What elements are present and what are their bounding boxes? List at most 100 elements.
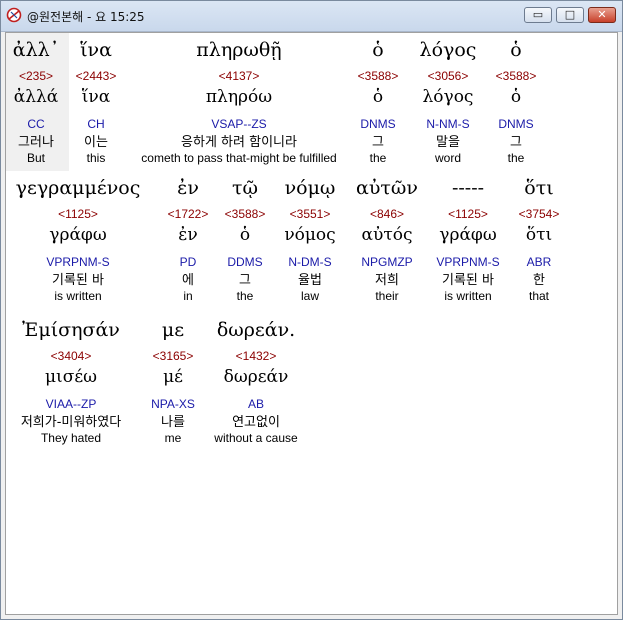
english-gloss: word — [434, 151, 461, 165]
word-block-alla[interactable]: ἀλλ᾽ <235> ἀλλά CC 그러나 But — [8, 37, 64, 165]
morphology: ABR — [526, 255, 552, 269]
korean-gloss: 저희가-미워하였다 — [20, 415, 122, 430]
greek-word: ἀλλ᾽ — [12, 39, 60, 61]
strong-number: <846> — [369, 207, 405, 221]
greek-word: αὐτῶν — [356, 177, 418, 199]
morphology: NPGMZP — [361, 255, 413, 269]
korean-gloss: 그 — [239, 273, 251, 288]
english-gloss: cometh to pass that-might be fulfilled — [141, 151, 337, 165]
strong-number: <2443> — [75, 69, 117, 83]
lemma: νόμος — [284, 225, 336, 245]
english-gloss: is written — [444, 289, 492, 303]
korean-gloss: 저희 — [375, 273, 399, 288]
lemma: ὁ — [372, 87, 384, 107]
minimize-button[interactable]: ▭ — [524, 7, 552, 23]
morphology: N-DM-S — [288, 255, 332, 269]
close-button[interactable]: ✕ — [588, 7, 616, 23]
morphology: DNMS — [498, 117, 534, 131]
word-block-plerothe[interactable]: πληρωθῇ <4137> πληρόω VSAP--ZS 응하게 하려 함이… — [128, 37, 350, 165]
word-block-auton[interactable]: αὐτῶν <846> αὐτός NPGMZP 저희 their — [348, 175, 426, 303]
morphology: CC — [27, 117, 45, 131]
greek-word: ἵνα — [80, 39, 112, 61]
strong-number: <1432> — [235, 349, 277, 363]
window-title: @원전본해 - 요 15:25 — [27, 10, 145, 24]
maximize-icon: □ — [564, 8, 576, 21]
lemma: ὁ — [510, 87, 522, 107]
korean-gloss: 나를 — [161, 415, 185, 430]
word-block-to[interactable]: τῷ <3588> ὁ DDMS 그 the — [218, 175, 272, 303]
lemma: μισέω — [45, 367, 97, 387]
word-block-me[interactable]: με <3165> μέ NPA-XS 나를 me — [144, 317, 202, 445]
english-gloss: They hated — [40, 431, 102, 445]
korean-gloss: 그러나 — [18, 135, 54, 150]
word-block-dorean[interactable]: δωρεάν. <1432> δωρεάν AB 연고없이 without a … — [206, 317, 306, 445]
minimize-icon: ▭ — [532, 8, 544, 21]
lemma: πληρόω — [205, 87, 273, 107]
korean-gloss: 이는 — [84, 135, 108, 150]
word-block-grapho[interactable]: ----- <1125> γράφω VPRPNM-S 기록된 바 is wri… — [430, 175, 506, 303]
strong-number: <3588> — [495, 69, 537, 83]
word-block-logos[interactable]: λόγος <3056> λόγος N-NM-S 말을 word — [410, 37, 486, 165]
morphology: VSAP--ZS — [211, 117, 267, 131]
word-block-nomo[interactable]: νόμῳ <3551> νόμος N-DM-S 율법 law — [276, 175, 344, 303]
strong-number: <1125> — [448, 207, 488, 221]
morphology: NPA-XS — [151, 397, 195, 411]
interlinear-panel: ἀλλ᾽ <235> ἀλλά CC 그러나 But ἵνα <2443> ἵν… — [5, 32, 618, 615]
morphology: VPRPNM-S — [436, 255, 500, 269]
english-gloss: me — [164, 431, 182, 445]
english-gloss: is written — [54, 289, 102, 303]
morphology: CH — [87, 117, 105, 131]
korean-gloss: 기록된 바 — [52, 273, 104, 288]
strong-number: <1722> — [167, 207, 209, 221]
strong-number: <3588> — [224, 207, 266, 221]
strong-number: <3165> — [152, 349, 194, 363]
greek-word: με — [161, 319, 185, 341]
lemma: γράφω — [49, 225, 107, 245]
word-block-ho-2[interactable]: ὁ <3588> ὁ DNMS 그 the — [490, 37, 542, 165]
title-bar[interactable]: @원전본해 - 요 15:25 ▭ □ ✕ — [1, 1, 622, 32]
maximize-button[interactable]: □ — [556, 7, 584, 23]
morphology: AB — [247, 397, 264, 411]
korean-gloss: 한 — [533, 273, 545, 288]
english-gloss: the — [236, 289, 254, 303]
word-block-hina[interactable]: ἵνα <2443> ἵνα CH 이는 this — [68, 37, 124, 165]
korean-gloss: 응하게 하려 함이니라 — [181, 135, 297, 150]
lemma: δωρεάν — [223, 367, 289, 387]
lemma: ἐν — [178, 225, 198, 245]
greek-word: ὅτι — [524, 177, 554, 199]
close-icon: ✕ — [597, 8, 607, 21]
lemma: ὅτι — [525, 225, 553, 245]
greek-word: πληρωθῇ — [196, 39, 282, 61]
korean-gloss: 에 — [182, 273, 194, 288]
greek-word: ὁ — [510, 39, 522, 61]
lemma: μέ — [163, 367, 183, 387]
lemma: αὐτός — [361, 225, 413, 245]
korean-gloss: 그 — [510, 135, 522, 150]
korean-gloss: 연고없이 — [232, 415, 280, 430]
greek-word: λόγος — [419, 39, 477, 61]
greek-word: Ἐμίσησάν — [22, 319, 120, 341]
word-block-hoti[interactable]: ὅτι <3754> ὅτι ABR 한 that — [512, 175, 566, 303]
english-gloss: the — [369, 151, 387, 165]
english-gloss: in — [183, 289, 193, 303]
morphology: VIAA--ZP — [45, 397, 97, 411]
morphology: DDMS — [227, 255, 263, 269]
greek-word: δωρεάν. — [216, 319, 296, 341]
word-block-gegrammenos[interactable]: γεγραμμένος <1125> γράφω VPRPNM-S 기록된 바 … — [8, 175, 148, 303]
app-window: @원전본해 - 요 15:25 ▭ □ ✕ ἀλλ᾽ <235> ἀλλά CC… — [0, 0, 623, 620]
greek-word: ----- — [451, 177, 485, 199]
strong-number: <3754> — [518, 207, 560, 221]
strong-number: <3404> — [50, 349, 92, 363]
greek-word: ὁ — [372, 39, 384, 61]
morphology: N-NM-S — [426, 117, 470, 131]
korean-gloss: 율법 — [298, 273, 322, 288]
app-logo-icon — [6, 7, 22, 23]
word-block-emisesan[interactable]: Ἐμίσησάν <3404> μισέω VIAA--ZP 저희가-미워하였다… — [8, 317, 134, 445]
word-block-en[interactable]: ἐν <1722> ἐν PD 에 in — [162, 175, 214, 303]
english-gloss: without a cause — [214, 431, 298, 445]
morphology: DNMS — [360, 117, 396, 131]
korean-gloss: 그 — [372, 135, 384, 150]
lemma: ἵνα — [81, 87, 111, 107]
word-block-ho[interactable]: ὁ <3588> ὁ DNMS 그 the — [354, 37, 402, 165]
lemma: λόγος — [422, 87, 474, 107]
